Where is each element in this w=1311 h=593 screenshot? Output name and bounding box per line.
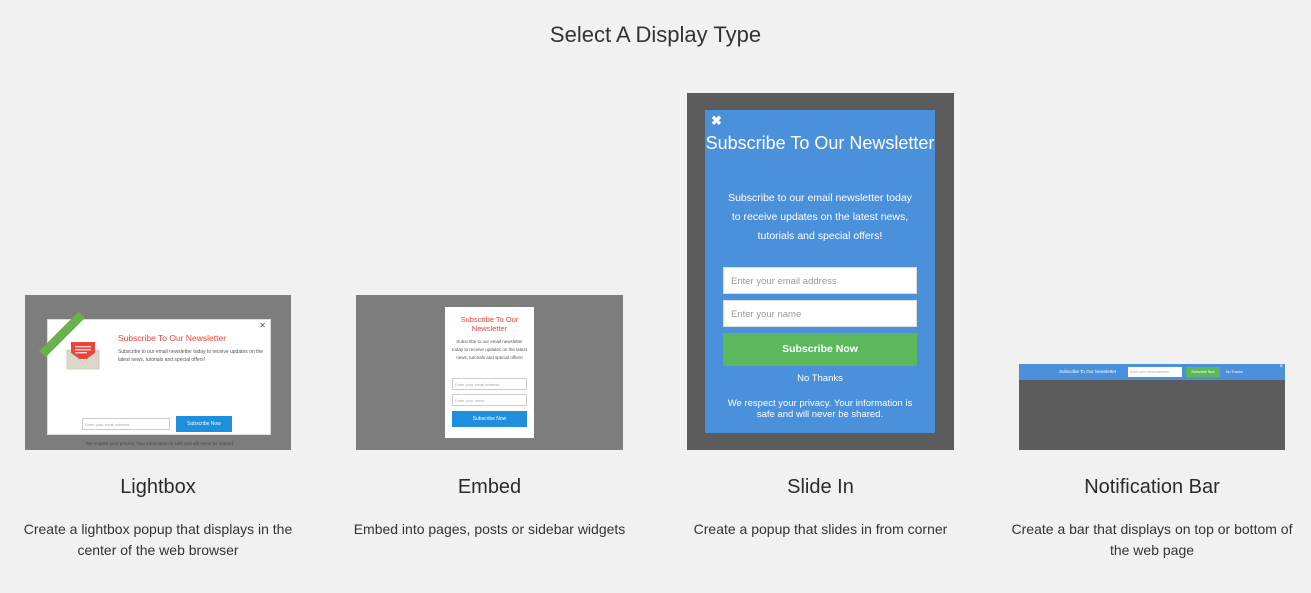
envelope-icon bbox=[66, 342, 100, 370]
privacy-text: We respect your privacy. Your informatio… bbox=[85, 441, 235, 446]
card-description: Embed into pages, posts or sidebar widge… bbox=[353, 521, 626, 537]
embed-form: Subscribe To Our Newsletter Subscribe to… bbox=[445, 307, 534, 438]
popup-title: Subscribe To Our Newsletter bbox=[460, 315, 519, 333]
lightbox-popup: ✕ Subscribe To Our Newsletter Subscribe … bbox=[39, 311, 271, 446]
card-title[interactable]: Embed bbox=[356, 476, 623, 499]
card-title[interactable]: Slide In bbox=[687, 476, 954, 499]
page-title: Select A Display Type bbox=[549, 22, 762, 47]
no-thanks-link: No Thanks bbox=[1226, 370, 1243, 374]
notification-bar-preview[interactable]: Subscribe To Our Newsletter Enter your e… bbox=[1019, 364, 1285, 450]
card-title[interactable]: Notification Bar bbox=[1019, 476, 1285, 499]
name-field: Enter your name bbox=[723, 300, 917, 327]
card-description: Create a bar that displays on top or bot… bbox=[1011, 521, 1293, 558]
popup-text: Subscribe to our email newsletter today … bbox=[452, 339, 527, 360]
slide-in-popup: ✖ Subscribe To Our Newsletter Subscribe … bbox=[705, 110, 935, 433]
email-field: Enter your email address bbox=[1128, 367, 1182, 377]
embed-preview[interactable]: Subscribe To Our Newsletter Subscribe to… bbox=[356, 295, 623, 450]
privacy-text: We respect your privacy. Your informatio… bbox=[727, 398, 913, 420]
lightbox-preview[interactable]: ✕ Subscribe To Our Newsletter Subscribe … bbox=[25, 295, 291, 450]
slide-in-preview[interactable]: ✖ Subscribe To Our Newsletter Subscribe … bbox=[687, 93, 954, 450]
card-title[interactable]: Lightbox bbox=[25, 476, 291, 499]
card-description: Create a popup that slides in from corne… bbox=[693, 521, 948, 537]
no-thanks-link: No Thanks bbox=[797, 373, 843, 384]
subscribe-button: Subscribe Now bbox=[723, 333, 917, 366]
email-field: Enter your email address bbox=[452, 378, 527, 390]
popup-text: Subscribe to our email newsletter today … bbox=[118, 349, 264, 363]
subscribe-button: Subscribe Now bbox=[452, 411, 527, 427]
popup-text: Subscribe to our email newsletter today … bbox=[728, 192, 912, 242]
email-field: Enter your email address bbox=[723, 267, 917, 294]
subscribe-button: Subscribe Now bbox=[1186, 367, 1220, 377]
name-field: Enter your name bbox=[452, 394, 527, 406]
close-icon: ✕ bbox=[259, 321, 266, 330]
subscribe-button: Subscribe Now bbox=[176, 416, 232, 432]
close-icon: × bbox=[1279, 364, 1283, 370]
close-icon: ✖ bbox=[711, 113, 722, 128]
popup-title: Subscribe To Our Newsletter bbox=[118, 333, 227, 343]
notification-bar: Subscribe To Our Newsletter Enter your e… bbox=[1019, 364, 1285, 380]
card-description: Create a lightbox popup that displays in… bbox=[23, 521, 293, 558]
popup-title: Subscribe To Our Newsletter bbox=[705, 133, 935, 153]
bar-text: Subscribe To Our Newsletter bbox=[1059, 369, 1117, 374]
email-field: Enter your email address bbox=[82, 418, 170, 430]
